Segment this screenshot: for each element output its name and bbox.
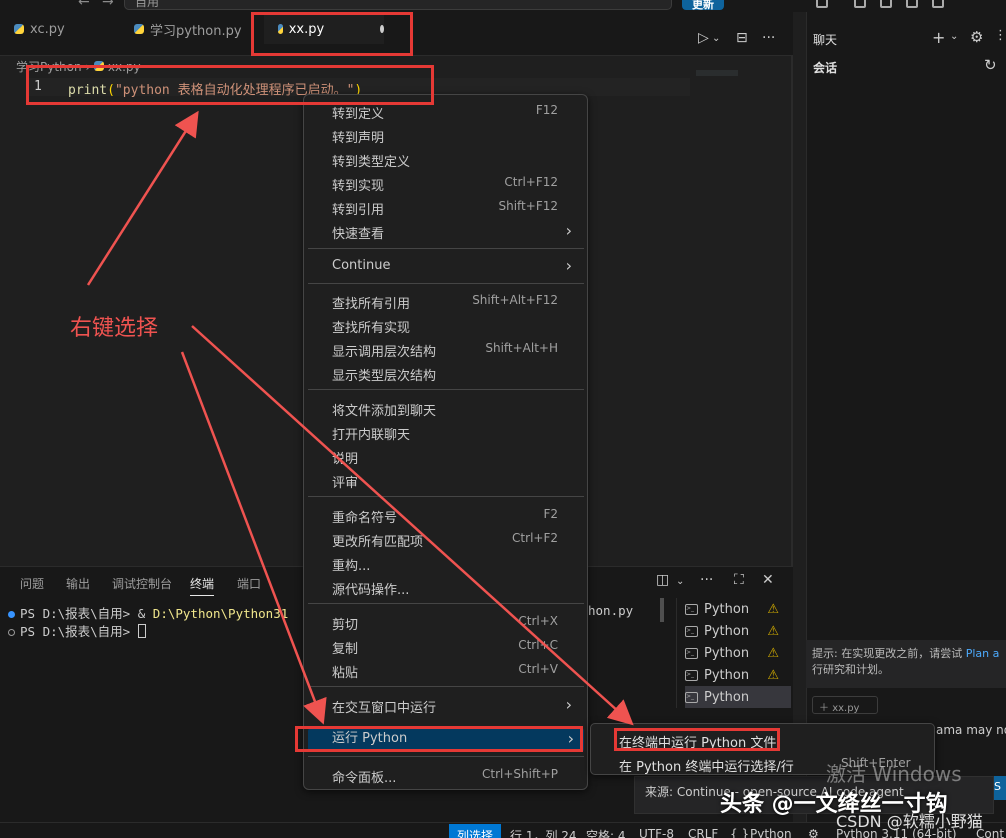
annotation-arrows — [86, 110, 634, 726]
arrow-to-run-in-terminal — [191, 325, 634, 726]
annotation-note: 右键选择 — [70, 316, 159, 341]
arrow-to-code — [86, 110, 199, 286]
arrow-to-run-python — [180, 351, 327, 725]
activate-windows-watermark: 激活 Windows — [826, 762, 962, 786]
csdn-watermark: CSDN @软糯小野猫 — [836, 812, 983, 831]
